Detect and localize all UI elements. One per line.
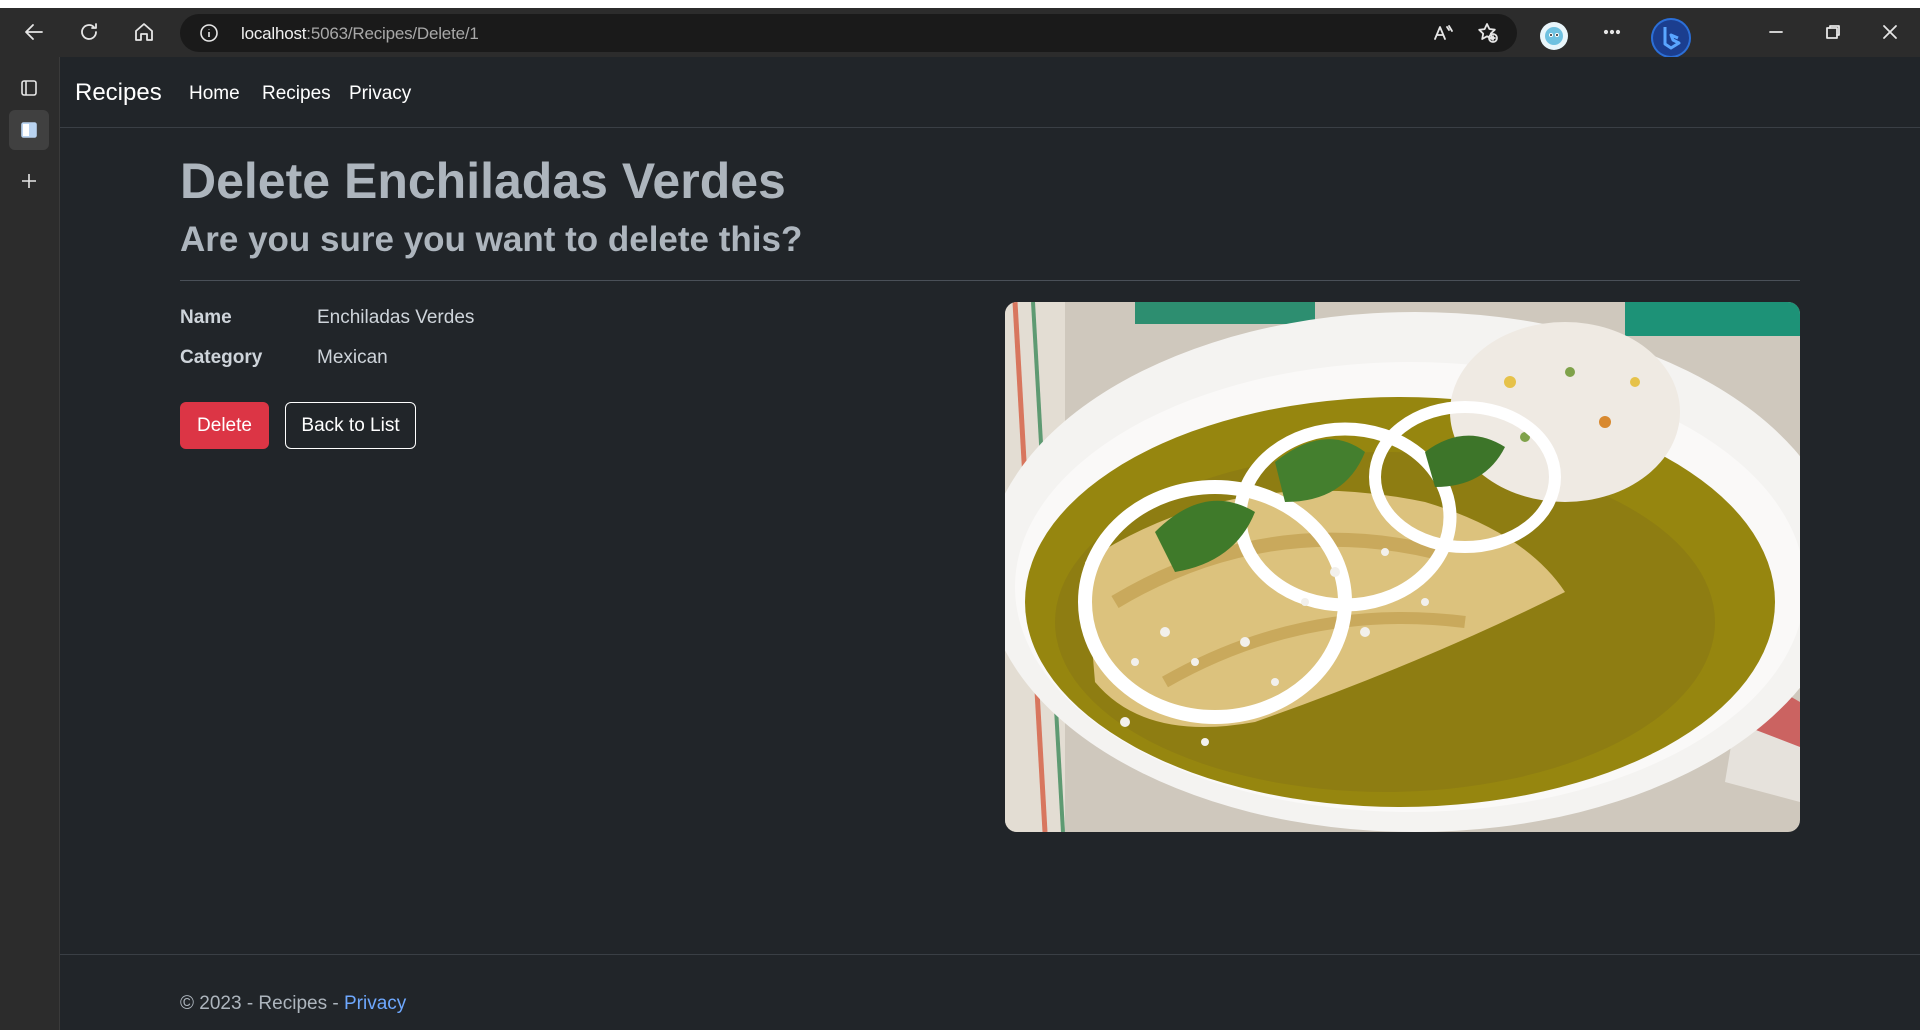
footer-privacy-link[interactable]: Privacy — [344, 993, 406, 1014]
detail-value-name: Enchiladas Verdes — [317, 307, 475, 328]
url-text[interactable]: localhost:5063/Recipes/Delete/1 — [241, 24, 479, 44]
confirm-subtitle: Are you sure you want to delete this? — [180, 220, 803, 259]
delete-button[interactable]: Delete — [180, 402, 269, 449]
url-host: localhost — [241, 24, 307, 43]
window-top-strip — [0, 0, 1920, 8]
nav-link-home[interactable]: Home — [189, 83, 240, 105]
back-arrow-icon[interactable] — [16, 14, 52, 50]
tab-actions-icon[interactable] — [9, 68, 49, 108]
active-tab-icon[interactable] — [9, 110, 49, 150]
restore-icon[interactable] — [1815, 14, 1851, 50]
profile-avatar-icon[interactable] — [1540, 22, 1568, 50]
detail-term-name: Name — [180, 307, 232, 328]
minimize-icon[interactable] — [1758, 14, 1794, 50]
close-icon[interactable] — [1872, 14, 1908, 50]
more-options-icon[interactable] — [1594, 14, 1630, 50]
read-aloud-icon[interactable] — [1425, 15, 1461, 51]
add-favorite-icon[interactable] — [1470, 15, 1506, 51]
site-info-icon[interactable] — [199, 23, 219, 43]
divider — [180, 280, 1800, 281]
back-to-list-button[interactable]: Back to List — [285, 402, 416, 449]
refresh-icon[interactable] — [71, 14, 107, 50]
detail-term-category: Category — [180, 347, 263, 368]
site-footer: © 2023 - Recipes - Privacy — [60, 954, 1920, 1031]
brand-link[interactable]: Recipes — [75, 79, 162, 107]
address-bar[interactable]: localhost:5063/Recipes/Delete/1 — [180, 14, 1517, 52]
browser-sidebar — [0, 57, 60, 1030]
detail-value-category: Mexican — [317, 347, 388, 368]
nav-link-recipes[interactable]: Recipes — [262, 83, 331, 105]
home-icon[interactable] — [126, 14, 162, 50]
footer-copyright: © 2023 - Recipes - — [180, 993, 344, 1014]
browser-toolbar: localhost:5063/Recipes/Delete/1 — [0, 8, 1920, 58]
recipe-photo — [1005, 302, 1800, 832]
new-tab-plus-icon[interactable] — [9, 161, 49, 201]
url-path: :5063/Recipes/Delete/1 — [306, 24, 479, 43]
web-page: Recipes Home Recipes Privacy Delete Ench… — [60, 57, 1920, 1030]
copilot-icon[interactable] — [1651, 18, 1691, 58]
footer-text: © 2023 - Recipes - Privacy — [180, 993, 406, 1015]
nav-link-privacy[interactable]: Privacy — [349, 83, 411, 105]
page-title: Delete Enchiladas Verdes — [180, 153, 786, 209]
site-navbar: Recipes Home Recipes Privacy — [60, 57, 1920, 128]
